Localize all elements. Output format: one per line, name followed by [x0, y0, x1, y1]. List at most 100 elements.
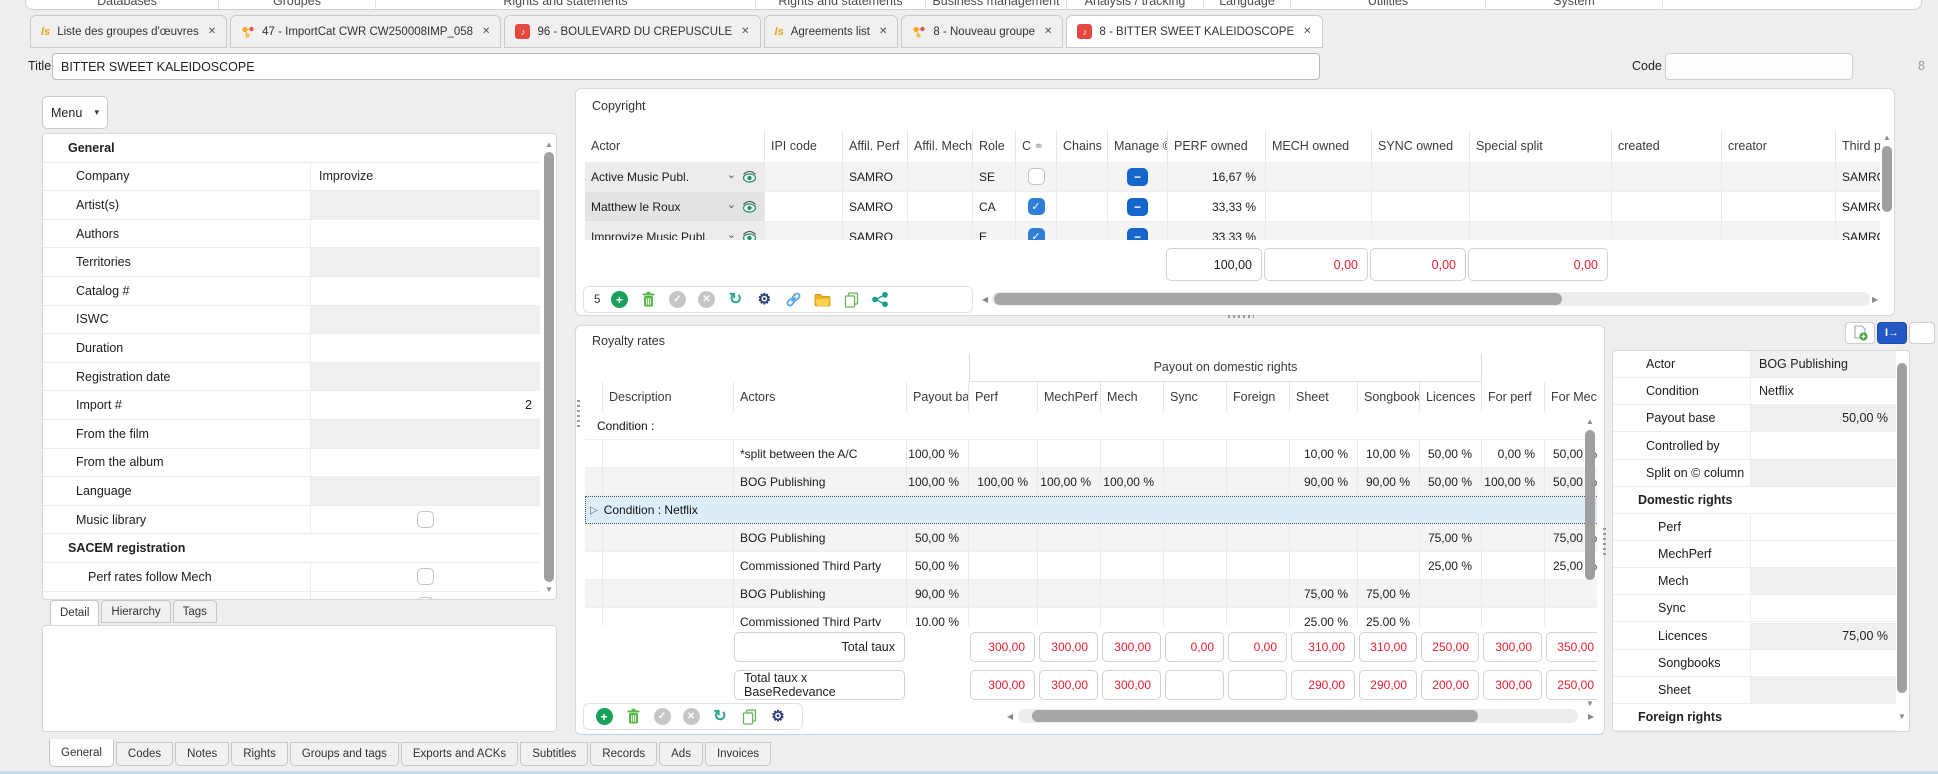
- form-row[interactable]: Mech: [1613, 568, 1896, 595]
- cancel-icon[interactable]: ✕: [696, 290, 716, 310]
- royalty-row[interactable]: Commissioned Third Party50,00 %25,00 %25…: [585, 552, 1597, 580]
- menu-item-utilities[interactable]: Utilities: [1291, 0, 1486, 9]
- royalty-hscroll-thumb[interactable]: [1032, 710, 1478, 722]
- settings-icon[interactable]: ⚙: [768, 707, 788, 727]
- form-row[interactable]: Territories: [43, 248, 540, 277]
- refresh-icon[interactable]: ↻: [710, 707, 730, 727]
- scroll-right-icon[interactable]: ▶: [1872, 296, 1878, 304]
- form-row[interactable]: Music library: [43, 506, 540, 535]
- column-header-perf[interactable]: Perf: [969, 382, 1038, 412]
- royalty-row[interactable]: BOG Publishing50,00 %75,00 %75,00 %: [585, 524, 1597, 552]
- field-value[interactable]: [1751, 595, 1896, 621]
- column-header-actor[interactable]: Actor: [585, 130, 765, 162]
- column-header-c[interactable]: C≐: [1016, 130, 1057, 162]
- menu-item-language[interactable]: Language: [1204, 0, 1291, 9]
- column-header-special-split[interactable]: Special split: [1470, 130, 1612, 162]
- field-value[interactable]: [1751, 514, 1896, 540]
- checkbox[interactable]: [417, 597, 434, 600]
- column-header-mechperf[interactable]: MechPerf: [1038, 382, 1101, 412]
- form-row[interactable]: Licences75,00 %: [1613, 623, 1896, 650]
- column-header-perf-owned[interactable]: PERF owned: [1168, 130, 1266, 162]
- form-row[interactable]: [43, 592, 540, 600]
- form-row[interactable]: MechPerf: [1613, 541, 1896, 568]
- field-value[interactable]: 2: [311, 391, 540, 419]
- form-row[interactable]: ISWC: [43, 306, 540, 335]
- document-tab-47-importcat-cwr-cw250008imp-058[interactable]: 47 - ImportCat CWR CW250008IMP_058✕: [230, 15, 501, 48]
- scroll-up-icon[interactable]: ▲: [1883, 134, 1891, 142]
- form-row[interactable]: Sheet: [1613, 677, 1896, 704]
- actor-cell[interactable]: Improvize Music Publ.⌄: [585, 222, 765, 240]
- tab-tags[interactable]: Tags: [173, 600, 217, 623]
- form-row[interactable]: Split on © column: [1613, 460, 1896, 487]
- expander-icon[interactable]: ▷: [590, 505, 598, 516]
- link-icon[interactable]: [783, 290, 803, 310]
- tab-invoices[interactable]: Invoices: [705, 742, 771, 766]
- copyright-row[interactable]: Active Music Publ.⌄SAMROSE−16,67 %SAMRO: [585, 162, 1880, 192]
- splitter-handle[interactable]: [577, 400, 580, 430]
- royalty-row[interactable]: BOG Publishing100,00 %100,00 %100,00 %10…: [585, 468, 1597, 496]
- form-row[interactable]: ConditionNetflix: [1613, 378, 1896, 405]
- menu-dropdown-button[interactable]: Menu ▾: [42, 96, 108, 129]
- column-header-description[interactable]: Description: [603, 382, 734, 412]
- field-value[interactable]: [311, 449, 540, 477]
- delete-icon[interactable]: [638, 290, 658, 310]
- scroll-right-icon[interactable]: ▶: [1588, 713, 1594, 721]
- field-value[interactable]: BOG Publishing: [1751, 351, 1896, 377]
- menu-item-system[interactable]: System: [1486, 0, 1663, 9]
- column-header-mech-owned[interactable]: MECH owned: [1266, 130, 1372, 162]
- field-value[interactable]: 75,00 %: [1751, 623, 1896, 649]
- export-rates-button[interactable]: I→: [1877, 322, 1907, 344]
- tab-hierarchy[interactable]: Hierarchy: [101, 600, 170, 623]
- actor-cell[interactable]: Active Music Publ.⌄: [585, 162, 765, 192]
- column-header-actors[interactable]: Actors: [734, 382, 907, 412]
- chevron-down-icon[interactable]: ⌄: [727, 228, 736, 240]
- royalty-row[interactable]: BOG Publishing90,00 %75,00 %75,00 %: [585, 580, 1597, 608]
- chevron-down-icon[interactable]: ⌄: [727, 198, 736, 211]
- tab-subtitles[interactable]: Subtitles: [520, 742, 588, 766]
- close-icon[interactable]: ✕: [208, 26, 216, 37]
- checkbox[interactable]: [417, 511, 434, 528]
- folder-icon[interactable]: [812, 290, 832, 310]
- tab-codes[interactable]: Codes: [116, 742, 173, 766]
- scroll-left-icon[interactable]: ◀: [1007, 713, 1013, 721]
- menu-item-groupes[interactable]: Groupes: [219, 0, 376, 9]
- scroll-down-icon[interactable]: ▼: [545, 586, 553, 594]
- document-tab-96-boulevard-du-crepuscule[interactable]: ♪96 - BOULEVARD DU CREPUSCULE✕: [504, 15, 760, 48]
- field-value[interactable]: [1751, 568, 1896, 594]
- tab-notes[interactable]: Notes: [175, 742, 229, 766]
- field-value[interactable]: [1751, 432, 1896, 458]
- manage-minus-button[interactable]: −: [1127, 168, 1148, 186]
- menu-item-business-management[interactable]: Business management: [926, 0, 1067, 9]
- menu-item-databases[interactable]: Databases: [36, 0, 219, 9]
- form-row[interactable]: From the album: [43, 449, 540, 478]
- field-value[interactable]: [1751, 650, 1896, 676]
- scroll-down-icon[interactable]: ▼: [1898, 713, 1906, 721]
- form-row[interactable]: Artist(s): [43, 191, 540, 220]
- close-icon[interactable]: ✕: [1044, 26, 1052, 37]
- add-condition-button[interactable]: [1845, 322, 1875, 344]
- field-value[interactable]: 50,00 %: [1751, 405, 1896, 431]
- eye-icon[interactable]: [741, 200, 758, 213]
- close-icon[interactable]: ✕: [482, 26, 490, 37]
- form-row[interactable]: From the film: [43, 420, 540, 449]
- tab-ads[interactable]: Ads: [659, 742, 703, 766]
- field-value[interactable]: [311, 248, 540, 276]
- form-row[interactable]: Duration: [43, 334, 540, 363]
- form-row[interactable]: Import #2: [43, 391, 540, 420]
- field-value[interactable]: [311, 363, 540, 391]
- menu-item-rights-and-statements[interactable]: Rights and statements: [376, 0, 756, 9]
- tab-groups-and-tags[interactable]: Groups and tags: [290, 742, 399, 766]
- column-header-manage[interactable]: Manage ©: [1108, 130, 1168, 162]
- settings-icon[interactable]: ⚙: [754, 290, 774, 310]
- tab-exports-and-acks[interactable]: Exports and ACKs: [401, 742, 518, 766]
- column-header-affil-perf[interactable]: Affil. Perf: [843, 130, 908, 162]
- title-input[interactable]: BITTER SWEET KALEIDOSCOPE: [52, 53, 1320, 80]
- splitter-handle[interactable]: [1228, 315, 1254, 318]
- copyright-row[interactable]: Matthew le Roux⌄SAMROCA✓−33,33 %SAMRO: [585, 192, 1880, 222]
- royalty-row[interactable]: Commissioned Third Party10,00 %25,00 %25…: [585, 608, 1597, 626]
- column-header-songbooks[interactable]: Songbooks: [1358, 382, 1420, 412]
- column-header-foreign[interactable]: Foreign: [1227, 382, 1290, 412]
- tab-rights[interactable]: Rights: [231, 742, 288, 766]
- copyright-row[interactable]: Improvize Music Publ.⌄SAMROE✓−33,33 %SAM…: [585, 222, 1880, 240]
- extra-button[interactable]: [1909, 322, 1935, 344]
